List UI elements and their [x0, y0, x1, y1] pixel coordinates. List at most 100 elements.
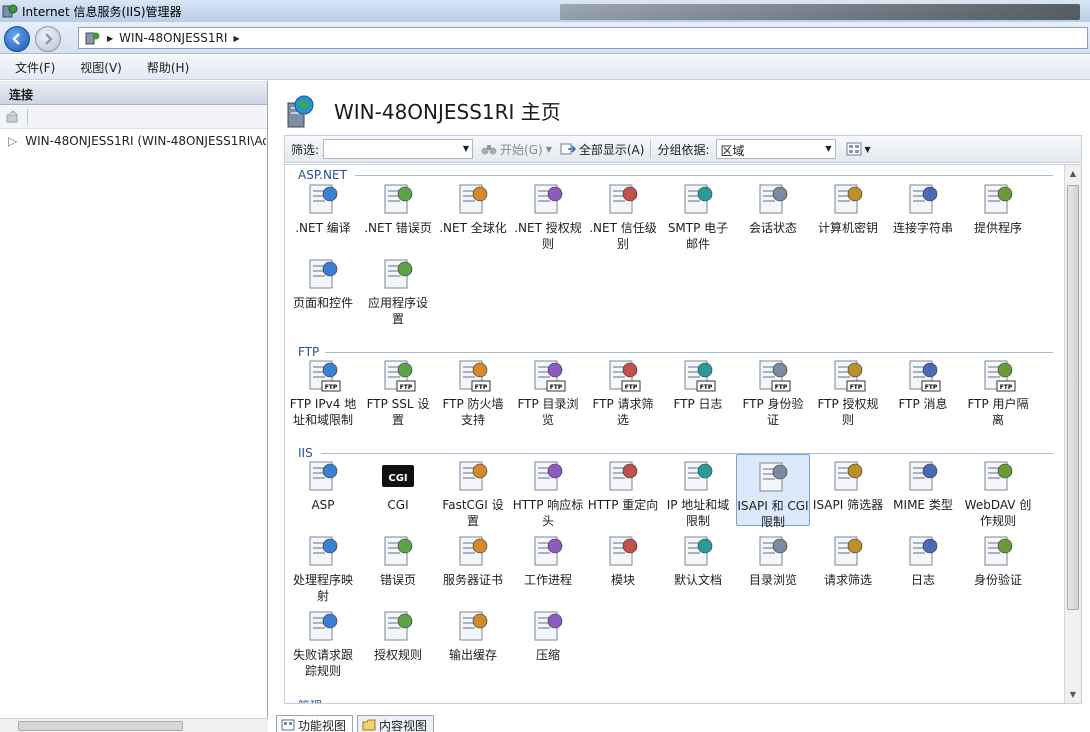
- menu-help[interactable]: 帮助(H): [132, 59, 199, 76]
- feature-ftp-7[interactable]: FTP FTP 身份验 证: [736, 353, 810, 427]
- dropdown-arrow-icon[interactable]: ▼: [825, 144, 831, 153]
- breadcrumb-separator-icon[interactable]: ▶: [107, 34, 113, 43]
- feature-aspnet-7[interactable]: 会话状态: [736, 177, 810, 249]
- feature-aspnet-2[interactable]: .NET 错误页: [361, 177, 435, 249]
- feature-ftp-9[interactable]: FTP FTP 消息: [886, 353, 960, 425]
- feature-iis-3[interactable]: FastCGI 设 置: [436, 454, 510, 528]
- feature-aspnet-6[interactable]: SMTP 电子 邮件: [661, 177, 735, 251]
- feature-iis-24[interactable]: 压缩: [511, 604, 585, 676]
- feature-label: MIME 类型: [893, 498, 953, 512]
- toolbar-divider: [27, 108, 28, 125]
- svg-text:FTP: FTP: [1000, 384, 1013, 391]
- feature-label: 身份验证: [973, 573, 1022, 587]
- feature-iis-14[interactable]: 工作进程: [511, 529, 585, 601]
- scroll-thumb[interactable]: [1067, 185, 1079, 610]
- go-button[interactable]: 开始(G) ▼: [481, 141, 552, 158]
- svg-text:FTP: FTP: [475, 384, 488, 391]
- feature-iis-8[interactable]: ISAPI 筛选器: [811, 454, 885, 526]
- feature-iis-4[interactable]: HTTP 响应标 头: [511, 454, 585, 528]
- feature-iis-6[interactable]: IP 地址和域 限制: [661, 454, 735, 528]
- feature-ftp-6[interactable]: FTP FTP 日志: [661, 353, 735, 425]
- go-dropdown-icon[interactable]: ▼: [546, 145, 552, 154]
- show-all-button[interactable]: 全部显示(A): [560, 141, 644, 158]
- feature-feature-icon: [754, 181, 792, 219]
- asp-feature-icon: [304, 458, 342, 496]
- feature-ftp-4[interactable]: FTP FTP 目录浏 览: [511, 353, 585, 427]
- tree-expand-icon[interactable]: ▷: [8, 134, 17, 148]
- ftp-feature-icon: FTP: [904, 357, 942, 395]
- feature-iis-13[interactable]: 服务器证书: [436, 529, 510, 601]
- feature-feature-icon: [604, 533, 642, 571]
- tree-node-server[interactable]: ▷ WIN-48ONJESS1RI (WIN-48ONJESS1RI\Admin…: [8, 133, 266, 149]
- tab-content-view[interactable]: 内容视图: [357, 715, 435, 732]
- feature-ftp-3[interactable]: FTP FTP 防火墙 支持: [436, 353, 510, 427]
- feature-ftp-10[interactable]: FTP FTP 用户隔 离: [961, 353, 1035, 427]
- feature-iis-1[interactable]: ASP: [286, 454, 360, 526]
- menu-file[interactable]: 文件(F): [0, 59, 65, 76]
- feature-iis-5[interactable]: HTTP 重定向: [586, 454, 660, 526]
- feature-iis-22[interactable]: 授权规则: [361, 604, 435, 676]
- feature-iis-15[interactable]: 模块: [586, 529, 660, 601]
- feature-aspnet-4[interactable]: .NET 授权规 则: [511, 177, 585, 251]
- feature-iis-18[interactable]: 请求筛选: [811, 529, 885, 601]
- feature-iis-10[interactable]: WebDAV 创 作规则: [961, 454, 1035, 528]
- feature-iis-7[interactable]: ISAPI 和 CGI 限制: [736, 454, 810, 529]
- feature-iis-9[interactable]: MIME 类型: [886, 454, 960, 526]
- feature-aspnet-9[interactable]: 连接字符串: [886, 177, 960, 249]
- view-mode-button[interactable]: ▼: [846, 142, 871, 156]
- feature-label: 连接字符串: [892, 221, 953, 235]
- feature-label: .NET 全球化: [439, 221, 507, 235]
- features-scrollbar[interactable]: ▲ ▼: [1064, 165, 1081, 703]
- feature-feature-icon: [304, 533, 342, 571]
- feature-label: WebDAV 创 作规则: [964, 498, 1032, 528]
- ftp-feature-icon: FTP: [679, 357, 717, 395]
- feature-iis-17[interactable]: 目录浏览: [736, 529, 810, 601]
- tab-content-view-label: 内容视图: [379, 718, 428, 732]
- back-button[interactable]: [4, 26, 30, 52]
- feature-ftp-2[interactable]: FTP FTP SSL 设 置: [361, 353, 435, 427]
- ftp-feature-icon: FTP: [529, 357, 567, 395]
- feature-iis-20[interactable]: 身份验证: [961, 529, 1035, 601]
- dropdown-arrow-icon[interactable]: ▼: [463, 144, 469, 153]
- feature-feature-icon: [379, 533, 417, 571]
- feature-iis-23[interactable]: 输出缓存: [436, 604, 510, 676]
- connect-icon[interactable]: [5, 109, 21, 125]
- window-title: Internet 信息服务(IIS)管理器: [22, 4, 182, 19]
- forward-button[interactable]: [35, 26, 61, 52]
- feature-ftp-1[interactable]: FTP FTP IPv4 地 址和域限制: [286, 353, 360, 427]
- address-field[interactable]: ▶ WIN-48ONJESS1RI ▶: [78, 27, 1088, 49]
- group-by-select[interactable]: 区域 ▼: [715, 139, 836, 159]
- feature-aspnet-12[interactable]: 应用程序设 置: [361, 252, 435, 326]
- feature-ftp-8[interactable]: FTP FTP 授权规 则: [811, 353, 885, 427]
- feature-aspnet-3[interactable]: .NET 全球化: [436, 177, 510, 249]
- feature-iis-2[interactable]: CGI CGI: [361, 454, 435, 526]
- feature-aspnet-1[interactable]: .NET 编译: [286, 177, 360, 249]
- hscroll-thumb[interactable]: [18, 721, 183, 731]
- feature-feature-icon: [379, 608, 417, 646]
- feature-feature-icon: [979, 533, 1017, 571]
- feature-iis-16[interactable]: 默认文档: [661, 529, 735, 601]
- breadcrumb-server[interactable]: WIN-48ONJESS1RI: [119, 31, 227, 45]
- feature-iis-19[interactable]: 日志: [886, 529, 960, 601]
- feature-aspnet-10[interactable]: 提供程序: [961, 177, 1035, 249]
- view-mode-dropdown-icon[interactable]: ▼: [865, 145, 871, 154]
- feature-iis-12[interactable]: 错误页: [361, 529, 435, 601]
- connections-hscrollbar[interactable]: [0, 718, 268, 732]
- feature-aspnet-11[interactable]: 页面和控件: [286, 252, 360, 324]
- tab-features-view[interactable]: 功能视图: [276, 715, 354, 732]
- feature-iis-11[interactable]: 处理程序映 射: [286, 529, 360, 603]
- feature-label: .NET 授权规 则: [514, 221, 582, 251]
- feature-feature-icon: [829, 533, 867, 571]
- main-panel: WIN-48ONJESS1RI 主页 筛选: ▼ 开始(G) ▼ 全部显示(A)…: [272, 81, 1090, 732]
- scroll-down-icon[interactable]: ▼: [1065, 686, 1081, 703]
- feature-ftp-5[interactable]: FTP FTP 请求筛 选: [586, 353, 660, 427]
- menu-view[interactable]: 视图(V): [65, 59, 132, 76]
- filter-input[interactable]: ▼: [323, 139, 474, 159]
- breadcrumb-chevron-icon[interactable]: ▶: [233, 34, 239, 43]
- feature-label: 处理程序映 射: [292, 573, 353, 603]
- feature-iis-21[interactable]: 失败请求跟 踪规则: [286, 604, 360, 678]
- feature-aspnet-8[interactable]: 计算机密钥: [811, 177, 885, 249]
- scroll-up-icon[interactable]: ▲: [1065, 165, 1081, 182]
- feature-aspnet-5[interactable]: .NET 信任级 别: [586, 177, 660, 251]
- feature-label: 会话状态: [748, 221, 797, 235]
